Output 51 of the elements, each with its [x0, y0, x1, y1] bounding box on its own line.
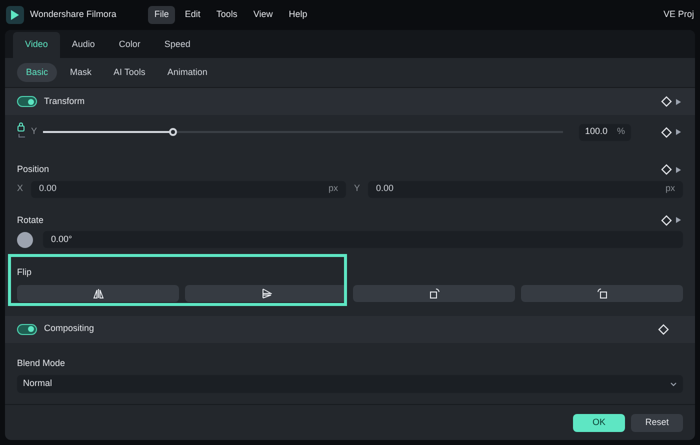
subtab[interactable]: Basic: [17, 62, 58, 82]
subtab[interactable]: Animation: [158, 62, 216, 82]
keyframe-diamond-icon[interactable]: [661, 126, 672, 138]
section-title: Flip: [17, 266, 33, 279]
subtab[interactable]: Mask: [61, 62, 101, 82]
tab[interactable]: Audio: [60, 32, 107, 58]
menu-item[interactable]: View: [247, 6, 279, 24]
keyframe-diamond-icon[interactable]: [658, 324, 669, 334]
tab[interactable]: Speed: [152, 32, 202, 58]
rotate-dial[interactable]: [17, 232, 33, 248]
axis-label: X: [17, 182, 24, 196]
ok-button[interactable]: OK: [573, 414, 625, 432]
tab[interactable]: Video: [13, 32, 60, 58]
app-logo-icon: [6, 6, 24, 24]
triangle-right-icon[interactable]: [676, 129, 681, 135]
slider-thumb[interactable]: [169, 128, 178, 136]
blend-mode-dropdown[interactable]: Normal: [17, 375, 683, 393]
menu-item[interactable]: Help: [282, 6, 314, 24]
triangle-right-icon[interactable]: [676, 98, 681, 104]
toggle-switch[interactable]: [17, 96, 37, 107]
number-field[interactable]: 0.00 px: [31, 180, 346, 198]
angle-field[interactable]: 0.00°: [43, 231, 683, 248]
section-title: Compositing: [44, 322, 94, 336]
toggle-switch[interactable]: [17, 324, 37, 334]
keyframe-diamond-icon[interactable]: [661, 164, 672, 176]
mirror-vertical-icon: [260, 288, 272, 298]
tab[interactable]: Color: [106, 32, 152, 58]
menu-item[interactable]: Tools: [210, 6, 244, 24]
rotate-left-icon: [596, 288, 608, 298]
menu-item[interactable]: Edit: [178, 6, 206, 24]
section-title: Blend Mode: [17, 356, 66, 370]
section-title: Position: [17, 163, 50, 176]
app-name: Wondershare Filmora: [30, 8, 116, 22]
triangle-right-icon[interactable]: [676, 166, 681, 173]
project-name: VE Proj: [663, 8, 694, 22]
number-field[interactable]: 100.0 %: [579, 124, 632, 140]
menu-item[interactable]: File: [148, 6, 175, 24]
keyframe-diamond-icon[interactable]: [661, 96, 672, 107]
rotate-right-icon: [428, 288, 440, 298]
triangle-right-icon[interactable]: [676, 217, 681, 224]
axis-label: Y: [354, 182, 360, 196]
mirror-horizontal-icon: [92, 288, 104, 298]
flip-button[interactable]: [185, 284, 347, 302]
reset-button[interactable]: Reset: [631, 414, 683, 432]
section-title: Rotate: [17, 214, 44, 226]
chevron-down-icon: [670, 382, 677, 386]
section-title: Transform: [44, 94, 85, 108]
axis-label: Y: [31, 125, 38, 138]
keyframe-diamond-icon[interactable]: [661, 214, 672, 226]
number-field[interactable]: 0.00 px: [368, 180, 683, 198]
subtab[interactable]: AI Tools: [104, 62, 154, 82]
